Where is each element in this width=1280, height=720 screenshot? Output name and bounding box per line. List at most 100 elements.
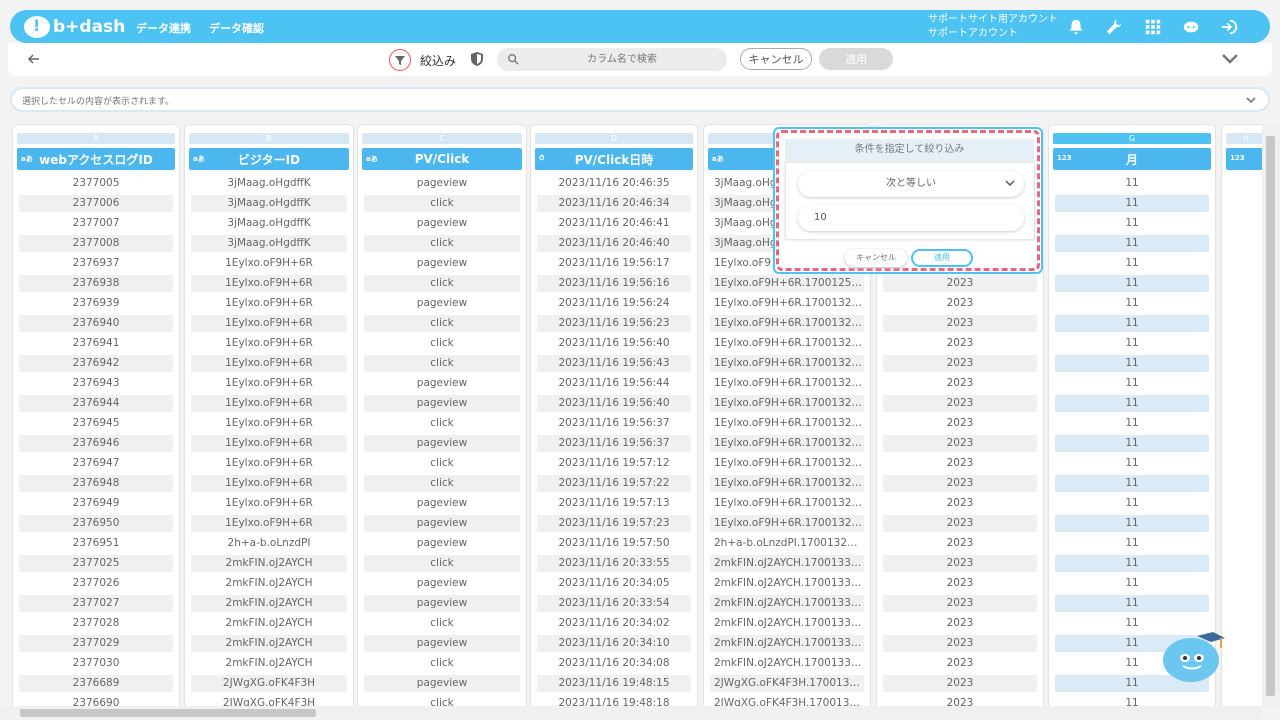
horizontal-scrollbar[interactable] — [0, 706, 1262, 720]
table-cell[interactable]: 2023/11/16 19:56:24 — [537, 295, 691, 312]
table-cell[interactable]: 2377029 — [19, 635, 173, 652]
table-cell[interactable]: 1Eylxo.oF9H+6R.170012582... — [710, 275, 864, 292]
table-cell[interactable]: 2023 — [883, 515, 1037, 532]
table-cell[interactable]: 2023 — [883, 495, 1037, 512]
table-cell[interactable]: 11 — [1055, 475, 1209, 492]
table-cell[interactable]: 1Eylxo.oF9H+6R — [191, 295, 347, 312]
table-cell[interactable]: 2023/11/16 20:34:02 — [537, 615, 691, 632]
table-cell[interactable]: 1Eylxo.oF9H+6R.170013217... — [710, 515, 864, 532]
table-cell[interactable]: 11 — [1055, 315, 1209, 332]
horizontal-scroll-thumb[interactable] — [20, 709, 316, 717]
table-cell[interactable]: 2377028 — [19, 615, 173, 632]
table-cell[interactable]: 2376943 — [19, 375, 173, 392]
table-cell[interactable]: 1Eylxo.oF9H+6R.170013217... — [710, 435, 864, 452]
table-cell[interactable]: 2023 — [883, 335, 1037, 352]
nav-data-check[interactable]: データ確認 — [209, 20, 264, 36]
table-cell[interactable]: 2JWgXG.oFK4F3H.17001316... — [710, 675, 864, 692]
column-header[interactable]: aあ PV/Click — [362, 148, 522, 170]
table-cell[interactable]: pageview — [364, 595, 520, 612]
column-header[interactable]: aあ webアクセスログID — [17, 148, 175, 170]
table-cell[interactable]: click — [364, 655, 520, 672]
table-cell[interactable]: click — [364, 335, 520, 352]
account-info[interactable]: サポートサイト用アカウント サポートアカウント — [928, 13, 1058, 41]
table-cell[interactable]: click — [364, 355, 520, 372]
table-cell[interactable]: 11 — [1055, 595, 1209, 612]
table-cell[interactable]: 2mkFIN.oJ2AYCH.170013355... — [710, 655, 864, 672]
table-cell[interactable]: 11 — [1055, 275, 1209, 292]
table-cell[interactable]: 2376938 — [19, 275, 173, 292]
column-search[interactable] — [497, 48, 727, 71]
table-cell[interactable]: 2376950 — [19, 515, 173, 532]
table-cell[interactable]: 1Eylxo.oF9H+6R — [191, 255, 347, 272]
wrench-icon[interactable] — [1103, 16, 1125, 38]
chevron-down-icon[interactable] — [1244, 93, 1258, 107]
table-cell[interactable]: 2h+a-b.oLnzdPI — [191, 535, 347, 552]
table-cell[interactable]: 1Eylxo.oF9H+6R.170013217... — [710, 375, 864, 392]
table-cell[interactable]: 2023/11/16 19:56:23 — [537, 315, 691, 332]
vertical-scroll-thumb[interactable] — [1266, 136, 1275, 696]
table-cell[interactable]: 2023/11/16 20:46:35 — [537, 175, 691, 192]
table-cell[interactable]: 2mkFIN.oJ2AYCH.170013355... — [710, 555, 864, 572]
table-cell[interactable]: 1Eylxo.oF9H+6R — [191, 335, 347, 352]
table-cell[interactable]: 2023/11/16 20:46:40 — [537, 235, 691, 252]
table-cell[interactable]: 2JWgXG.oFK4F3H.17001316... — [710, 695, 864, 706]
popup-cancel-button[interactable]: キャンセル — [845, 249, 907, 267]
table-cell[interactable]: 2376945 — [19, 415, 173, 432]
table-cell[interactable]: 1Eylxo.oF9H+6R.170013217... — [710, 335, 864, 352]
table-cell[interactable]: click — [364, 415, 520, 432]
table-cell[interactable]: 11 — [1055, 215, 1209, 232]
table-cell[interactable]: 11 — [1055, 335, 1209, 352]
cell-content-bar[interactable]: 選択したセルの内容が表示されます。 — [10, 87, 1270, 112]
table-cell[interactable]: 2023/11/16 19:48:18 — [537, 695, 691, 706]
table-cell[interactable]: 2023/11/16 20:46:41 — [537, 215, 691, 232]
table-cell[interactable]: 2023 — [883, 315, 1037, 332]
nav-data-integration[interactable]: データ連携 — [136, 20, 191, 36]
vertical-scrollbar[interactable] — [1262, 124, 1280, 706]
support-chat-icon[interactable] — [1180, 16, 1202, 38]
table-cell[interactable]: 2377005 — [19, 175, 173, 192]
table-cell[interactable]: 11 — [1055, 355, 1209, 372]
column-letter[interactable]: A — [17, 133, 175, 144]
table-cell[interactable]: pageview — [364, 175, 520, 192]
column-letter[interactable]: G — [1053, 133, 1211, 144]
table-cell[interactable]: click — [364, 195, 520, 212]
table-cell[interactable]: 1Eylxo.oF9H+6R.170013217... — [710, 395, 864, 412]
table-cell[interactable]: pageview — [364, 435, 520, 452]
table-cell[interactable]: 11 — [1055, 255, 1209, 272]
table-cell[interactable]: 2h+a-b.oLnzdPI.170013208... — [710, 535, 864, 552]
table-cell[interactable]: 3jMaag.oHgdffK — [191, 235, 347, 252]
table-cell[interactable]: 11 — [1055, 535, 1209, 552]
table-cell[interactable]: pageview — [364, 495, 520, 512]
table-cell[interactable]: click — [364, 315, 520, 332]
table-cell[interactable]: 1Eylxo.oF9H+6R.170013217... — [710, 355, 864, 372]
table-cell[interactable]: pageview — [364, 395, 520, 412]
table-cell[interactable]: 1Eylxo.oF9H+6R.170013217... — [710, 475, 864, 492]
table-cell[interactable]: 1Eylxo.oF9H+6R — [191, 455, 347, 472]
filter-icon[interactable] — [389, 49, 411, 71]
table-cell[interactable]: 1Eylxo.oF9H+6R — [191, 495, 347, 512]
table-cell[interactable]: pageview — [364, 255, 520, 272]
column-header[interactable]: ⏱ PV/Click日時 — [535, 148, 693, 170]
table-cell[interactable]: 2023 — [883, 395, 1037, 412]
table-cell[interactable]: pageview — [364, 535, 520, 552]
table-cell[interactable]: pageview — [364, 675, 520, 692]
table-cell[interactable]: 2023 — [883, 375, 1037, 392]
column-letter[interactable]: C — [362, 133, 522, 144]
logout-icon[interactable] — [1218, 16, 1240, 38]
table-cell[interactable]: 3jMaag.oHgdffK — [191, 215, 347, 232]
mascot-assistant-icon[interactable] — [1161, 628, 1227, 688]
table-cell[interactable]: 2023 — [883, 655, 1037, 672]
table-cell[interactable]: pageview — [364, 375, 520, 392]
table-cell[interactable]: 2023/11/16 19:57:23 — [537, 515, 691, 532]
table-cell[interactable]: 2023/11/16 19:56:40 — [537, 335, 691, 352]
shield-icon[interactable] — [469, 51, 485, 67]
table-cell[interactable]: 2376944 — [19, 395, 173, 412]
table-cell[interactable]: 11 — [1055, 375, 1209, 392]
table-cell[interactable]: 2023 — [883, 595, 1037, 612]
table-cell[interactable]: 2023 — [883, 475, 1037, 492]
table-cell[interactable]: 1Eylxo.oF9H+6R.170013217... — [710, 455, 864, 472]
table-cell[interactable]: 1Eylxo.oF9H+6R — [191, 435, 347, 452]
table-cell[interactable]: 2376948 — [19, 475, 173, 492]
table-cell[interactable]: 2376941 — [19, 335, 173, 352]
table-cell[interactable]: 2023/11/16 19:57:50 — [537, 535, 691, 552]
